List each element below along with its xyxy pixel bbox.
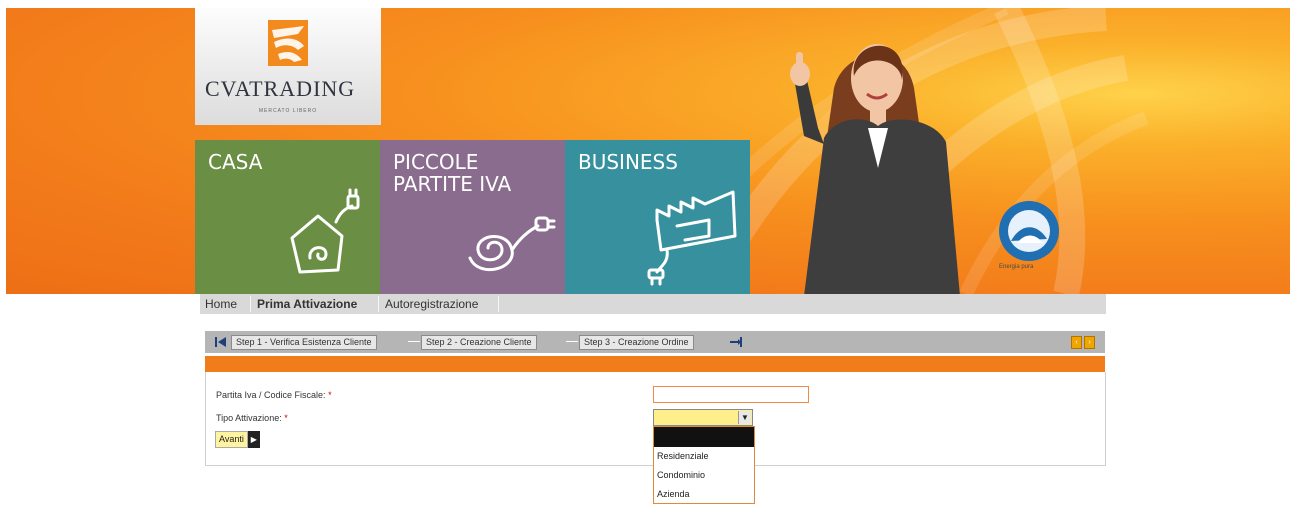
brand-tagline: MERCATO LIBERO: [258, 108, 318, 114]
piva-input[interactable]: [653, 386, 809, 403]
category-label: CASA: [208, 150, 263, 174]
category-label: BUSINESS: [578, 150, 678, 174]
step-connector: [566, 341, 578, 342]
spiral-plug-icon: [468, 216, 556, 271]
category-tile-piccole-partite-iva[interactable]: PICCOLE PARTITE IVA: [380, 140, 565, 294]
piva-label-text: Partita Iva / Codice Fiscale:: [216, 390, 326, 400]
nav-home[interactable]: Home: [205, 297, 237, 311]
section-header-strip: [205, 356, 1105, 372]
nav-prima-attivazione[interactable]: Prima Attivazione: [257, 297, 357, 311]
tipo-label: Tipo Attivazione: *: [216, 413, 288, 423]
nav-autoregistrazione[interactable]: Autoregistrazione: [385, 297, 478, 311]
dropdown-option-azienda[interactable]: Azienda: [654, 485, 754, 504]
header-banner: CVATRADING MERCATO LIBERO CASA PICCOLE P…: [6, 8, 1290, 294]
chevron-down-icon[interactable]: ▼: [738, 411, 751, 424]
category-tile-casa[interactable]: CASA: [195, 140, 380, 294]
nav-divider: [378, 296, 379, 312]
factory-plug-icon: [647, 190, 737, 286]
wizard-steps-bar: Step 1 - Verifica Esistenza Cliente Step…: [205, 331, 1105, 353]
dropdown-option-condominio[interactable]: Condominio: [654, 466, 754, 485]
avanti-button[interactable]: Avanti ▶: [215, 431, 260, 448]
brand-name: CVATRADING: [205, 76, 356, 101]
cva-flame-logo-icon: [268, 20, 308, 66]
piva-label: Partita Iva / Codice Fiscale: *: [216, 390, 332, 400]
nav-divider: [250, 296, 251, 312]
spokesperson-illustration: [790, 44, 960, 294]
tipo-label-text: Tipo Attivazione:: [216, 413, 282, 423]
main-nav: Home Prima Attivazione Autoregistrazione: [200, 294, 1106, 314]
avanti-button-label: Avanti: [215, 431, 248, 448]
badge-caption: Energia pura: [999, 264, 1034, 270]
nav-divider: [498, 296, 499, 312]
brand-logo[interactable]: CVATRADING MERCATO LIBERO: [195, 8, 381, 125]
required-mark: *: [284, 413, 288, 423]
house-plug-icon: [290, 188, 360, 274]
required-mark: *: [328, 390, 332, 400]
dropdown-option-blank[interactable]: [654, 427, 754, 447]
tipo-dropdown-list: Residenziale Condominio Azienda: [653, 426, 755, 504]
wizard-step-1[interactable]: Step 1 - Verifica Esistenza Cliente: [231, 335, 377, 350]
pager-prev-button[interactable]: ‹: [1071, 336, 1082, 349]
step-connector: [408, 341, 420, 342]
step-start-icon: [215, 337, 226, 347]
category-tile-business[interactable]: BUSINESS: [565, 140, 750, 294]
dropdown-option-residenziale[interactable]: Residenziale: [654, 447, 754, 466]
cva-energia-badge: [999, 201, 1059, 261]
play-arrow-icon: ▶: [247, 431, 260, 448]
tipo-attivazione-select[interactable]: ▼: [653, 409, 753, 426]
wizard-step-3[interactable]: Step 3 - Creazione Ordine: [579, 335, 694, 350]
pager-next-button[interactable]: ›: [1084, 336, 1095, 349]
step-end-icon: [730, 337, 742, 347]
category-label: PICCOLE PARTITE IVA: [393, 150, 512, 196]
wizard-step-2[interactable]: Step 2 - Creazione Cliente: [421, 335, 537, 350]
